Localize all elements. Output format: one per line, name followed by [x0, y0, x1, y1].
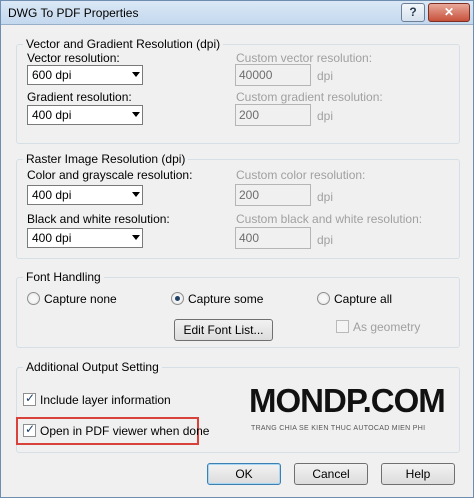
radio-button[interactable]	[27, 292, 40, 305]
capture-all-radio[interactable]: Capture all	[317, 291, 417, 307]
custom-bw-unit: dpi	[317, 233, 334, 247]
additional-group-title: Additional Output Setting	[23, 360, 162, 374]
radio-button-selected[interactable]	[171, 292, 184, 305]
font-group-title: Font Handling	[23, 270, 104, 284]
custom-vector-unit: dpi	[317, 69, 334, 83]
checkbox-checked[interactable]	[23, 391, 36, 406]
vector-resolution-select[interactable]: 600 dpi	[27, 65, 143, 85]
color-resolution-label: Color and grayscale resolution:	[27, 168, 193, 182]
custom-gradient-unit: dpi	[317, 109, 334, 123]
radio-button[interactable]	[317, 292, 330, 305]
dialog-window: DWG To PDF Properties ? ✕ Vector and Gra…	[0, 0, 474, 498]
custom-bw-input[interactable]	[236, 228, 310, 248]
watermark-tagline: TRANG CHIA SE KIEN THUC AUTOCAD MIEN PHI	[251, 425, 426, 432]
chevron-down-icon	[132, 192, 140, 197]
custom-vector-input[interactable]	[236, 65, 310, 85]
custom-color-unit: dpi	[317, 190, 334, 204]
gradient-resolution-value: 400 dpi	[32, 108, 72, 122]
help-title-button[interactable]: ?	[401, 3, 425, 22]
as-geometry-checkbox[interactable]: As geometry	[336, 319, 446, 335]
gradient-resolution-label: Gradient resolution:	[27, 90, 132, 104]
custom-color-field[interactable]	[235, 184, 311, 206]
custom-color-input[interactable]	[236, 185, 310, 205]
bw-resolution-value: 400 dpi	[32, 231, 72, 245]
checkbox-checked[interactable]	[23, 422, 36, 437]
capture-all-label: Capture all	[334, 292, 393, 306]
gradient-resolution-select[interactable]: 400 dpi	[27, 105, 143, 125]
close-button[interactable]: ✕	[428, 3, 470, 22]
chevron-down-icon	[132, 72, 140, 77]
custom-bw-label: Custom black and white resolution:	[236, 212, 423, 226]
bw-resolution-select[interactable]: 400 dpi	[27, 228, 143, 248]
capture-none-radio[interactable]: Capture none	[27, 291, 137, 307]
watermark-logo: MONDP.COM	[249, 382, 446, 419]
open-viewer-label: Open in PDF viewer when done	[40, 424, 210, 438]
as-geometry-label: As geometry	[353, 320, 421, 334]
include-layer-checkbox[interactable]: Include layer information	[23, 391, 203, 408]
capture-some-label: Capture some	[188, 292, 264, 306]
cancel-button[interactable]: Cancel	[294, 463, 368, 485]
color-resolution-value: 400 dpi	[32, 188, 72, 202]
capture-none-label: Capture none	[44, 292, 117, 306]
window-title: DWG To PDF Properties	[8, 6, 139, 20]
custom-color-label: Custom color resolution:	[236, 168, 366, 182]
raster-group-title: Raster Image Resolution (dpi)	[23, 152, 189, 166]
custom-gradient-field[interactable]	[235, 104, 311, 126]
help-button[interactable]: Help	[381, 463, 455, 485]
bw-resolution-label: Black and white resolution:	[27, 212, 170, 226]
custom-gradient-input[interactable]	[236, 105, 310, 125]
include-layer-label: Include layer information	[40, 393, 171, 407]
vector-resolution-value: 600 dpi	[32, 68, 72, 82]
title-bar: DWG To PDF Properties ? ✕	[1, 1, 473, 25]
chevron-down-icon	[132, 112, 140, 117]
vector-resolution-label: Vector resolution:	[27, 51, 120, 65]
vector-group-title: Vector and Gradient Resolution (dpi)	[23, 37, 224, 51]
edit-font-list-button[interactable]: Edit Font List...	[174, 319, 273, 341]
custom-gradient-label: Custom gradient resolution:	[236, 90, 383, 104]
chevron-down-icon	[132, 235, 140, 240]
checkbox[interactable]	[336, 320, 349, 333]
ok-button[interactable]: OK	[207, 463, 281, 485]
custom-bw-field[interactable]	[235, 227, 311, 249]
color-resolution-select[interactable]: 400 dpi	[27, 185, 143, 205]
capture-some-radio[interactable]: Capture some	[171, 291, 281, 307]
custom-vector-label: Custom vector resolution:	[236, 51, 373, 65]
custom-vector-field[interactable]	[235, 64, 311, 86]
open-viewer-checkbox[interactable]: Open in PDF viewer when done	[23, 422, 209, 439]
